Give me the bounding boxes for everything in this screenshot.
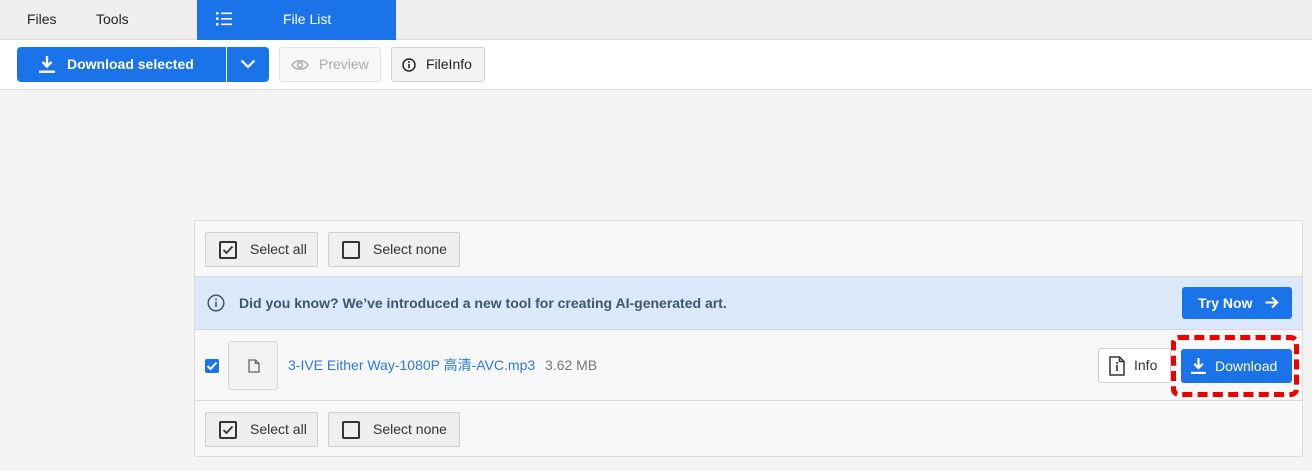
file-checkbox[interactable] xyxy=(205,359,219,373)
top-nav: Files Tools File List xyxy=(0,0,1312,40)
select-all-label: Select all xyxy=(250,421,307,437)
selection-bar-top: Select all Select none xyxy=(195,221,1302,277)
select-none-label: Select none xyxy=(373,241,447,257)
checked-box-icon xyxy=(219,421,237,439)
file-name-link[interactable]: 3-IVE Either Way-1080P 高清-AVC.mp3 xyxy=(288,331,535,400)
info-circle-icon xyxy=(207,294,225,312)
list-icon xyxy=(216,12,232,26)
tab-file-list[interactable]: File List xyxy=(197,0,396,40)
notice-message: Did you know? We’ve introduced a new too… xyxy=(239,295,727,311)
info-circle-icon xyxy=(402,58,416,72)
file-info-button[interactable]: Info xyxy=(1098,348,1171,383)
preview-label: Preview xyxy=(319,56,369,72)
select-all-button[interactable]: Select all xyxy=(205,232,318,267)
toolbar: Download selected Preview FileInfo xyxy=(0,40,1312,90)
download-button[interactable]: Download xyxy=(1181,349,1292,383)
selection-bar-bottom: Select all Select none xyxy=(195,401,1302,457)
nav-tools[interactable]: Tools xyxy=(96,0,129,39)
download-options-button[interactable] xyxy=(227,47,269,82)
download-label: Download xyxy=(1215,358,1278,374)
checked-box-icon xyxy=(219,241,237,259)
file-size: 3.62 MB xyxy=(545,357,598,373)
download-icon xyxy=(39,56,55,73)
download-selected-label: Download selected xyxy=(67,56,194,72)
fileinfo-button[interactable]: FileInfo xyxy=(391,47,485,82)
preview-button[interactable]: Preview xyxy=(279,47,381,82)
file-list-panel: Select all Select none Did you know? We’… xyxy=(194,220,1303,457)
try-now-label: Try Now xyxy=(1198,295,1253,311)
checkmark-icon xyxy=(206,361,218,371)
select-none-button[interactable]: Select none xyxy=(328,232,460,267)
file-row: 3-IVE Either Way-1080P 高清-AVC.mp3 3.62 M… xyxy=(195,331,1302,401)
download-icon xyxy=(1191,358,1206,374)
file-icon xyxy=(248,359,260,373)
file-info-label: Info xyxy=(1134,357,1158,373)
eye-icon xyxy=(291,60,309,70)
chevron-down-icon xyxy=(240,59,256,69)
file-thumbnail[interactable] xyxy=(228,341,278,390)
download-selected-button[interactable]: Download selected xyxy=(17,47,226,82)
arrow-right-icon xyxy=(1265,296,1279,309)
empty-box-icon xyxy=(342,421,360,439)
select-none-label: Select none xyxy=(373,421,447,437)
select-all-label: Select all xyxy=(250,241,307,257)
try-now-button[interactable]: Try Now xyxy=(1182,287,1292,319)
file-info-icon xyxy=(1109,356,1125,376)
select-all-button-bottom[interactable]: Select all xyxy=(205,412,318,447)
select-none-button-bottom[interactable]: Select none xyxy=(328,412,460,447)
fileinfo-label: FileInfo xyxy=(426,56,472,72)
tab-file-list-label: File List xyxy=(283,11,332,27)
notice-banner: Did you know? We’ve introduced a new too… xyxy=(195,277,1302,330)
nav-files[interactable]: Files xyxy=(27,0,57,39)
empty-box-icon xyxy=(342,241,360,259)
